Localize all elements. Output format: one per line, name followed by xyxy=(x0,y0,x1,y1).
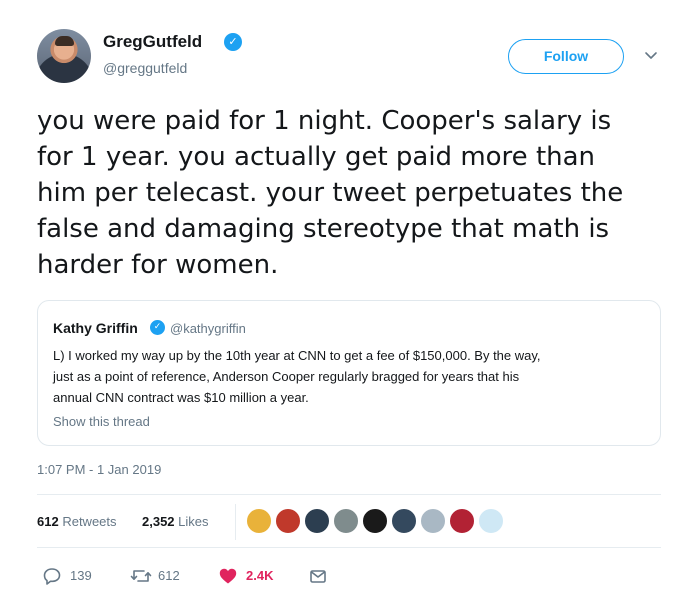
quoted-author-name: Kathy Griffin xyxy=(53,320,138,336)
likes-stat[interactable]: 2,352 Likes xyxy=(142,514,209,529)
quoted-verified-badge-icon: ✓ xyxy=(150,320,165,335)
liker-avatar[interactable] xyxy=(362,508,388,534)
liker-avatar[interactable] xyxy=(304,508,330,534)
quoted-author-handle: @kathygriffin xyxy=(170,321,246,336)
liker-avatar[interactable] xyxy=(246,508,272,534)
stats-separator xyxy=(235,504,236,540)
author-handle[interactable]: @greggutfeld xyxy=(103,60,187,76)
divider xyxy=(37,547,661,548)
chevron-down-icon[interactable] xyxy=(643,47,659,63)
reply-icon xyxy=(43,568,61,585)
likes-label: Likes xyxy=(178,514,209,529)
divider xyxy=(37,494,661,495)
liker-avatar[interactable] xyxy=(449,508,475,534)
liker-avatar[interactable] xyxy=(333,508,359,534)
liker-avatar[interactable] xyxy=(275,508,301,534)
liker-avatar[interactable] xyxy=(420,508,446,534)
follow-button[interactable]: Follow xyxy=(508,39,624,74)
heart-icon xyxy=(219,568,237,584)
like-count: 2.4K xyxy=(246,568,274,583)
retweets-count: 612 xyxy=(37,514,59,529)
retweet-icon xyxy=(130,570,152,582)
show-thread-link[interactable]: Show this thread xyxy=(53,414,150,429)
tweet-text: you were paid for 1 night. Cooper's sala… xyxy=(37,106,624,280)
tweet-card: GregGutfeld ✓ @greggutfeld Follow you we… xyxy=(0,0,700,608)
liker-avatar[interactable] xyxy=(478,508,504,534)
reply-count: 139 xyxy=(70,568,92,583)
quoted-tweet-text: L) I worked my way up by the 10th year a… xyxy=(53,348,541,405)
retweets-label: Retweets xyxy=(62,514,117,529)
author-display-name[interactable]: GregGutfeld xyxy=(103,32,202,52)
liker-avatar[interactable] xyxy=(391,508,417,534)
author-avatar[interactable] xyxy=(37,29,91,83)
likes-count: 2,352 xyxy=(142,514,175,529)
quoted-tweet[interactable]: Kathy Griffin ✓ @kathygriffin L) I worke… xyxy=(37,300,661,446)
retweets-stat[interactable]: 612 Retweets xyxy=(37,514,117,529)
retweet-count: 612 xyxy=(158,568,180,583)
tweet-timestamp[interactable]: 1:07 PM - 1 Jan 2019 xyxy=(37,462,161,477)
verified-badge-icon: ✓ xyxy=(224,33,242,51)
envelope-icon xyxy=(310,570,326,583)
